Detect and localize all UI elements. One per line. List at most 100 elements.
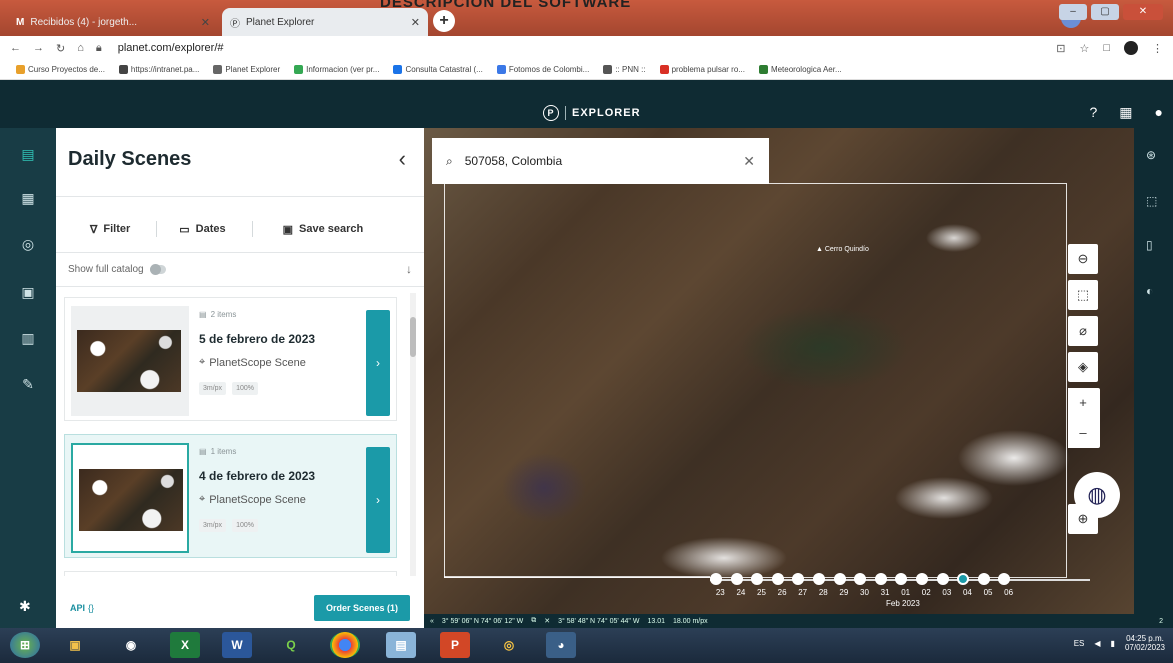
timeline-day-dot[interactable] xyxy=(977,573,990,585)
bookmark-item[interactable]: Planet Explorer xyxy=(213,65,280,75)
timeline-day-dot[interactable] xyxy=(998,573,1011,585)
timeline-day-dot[interactable] xyxy=(895,573,908,585)
globe-icon[interactable]: ◍ xyxy=(1074,472,1120,518)
back-icon[interactable]: ← xyxy=(10,42,21,54)
chrome-icon[interactable] xyxy=(330,632,360,658)
bookmark-item[interactable]: Consulta Catastral (... xyxy=(393,65,483,75)
compare-icon[interactable]: ⊛ xyxy=(1146,148,1156,162)
zoom-in-button[interactable]: + xyxy=(1068,388,1098,418)
help-icon[interactable]: ? xyxy=(1090,104,1098,121)
basemap-icon[interactable]: ◎ xyxy=(18,236,38,256)
draw-aoi-icon[interactable]: ⬚ xyxy=(1068,280,1098,310)
wifi-icon[interactable]: ▮ xyxy=(1111,639,1115,648)
orders-icon[interactable]: ▥ xyxy=(18,330,38,350)
timeline-day-dot[interactable] xyxy=(936,573,949,585)
volume-icon[interactable]: ◀ xyxy=(1094,639,1100,648)
scene-card[interactable]: ▤ 1 items 4 de febrero de 2023 ⌖ PlanetSco… xyxy=(64,434,397,558)
start-button[interactable]: ⊞ xyxy=(10,632,40,658)
mosaics-icon[interactable]: ▦ xyxy=(18,190,38,210)
language-indicator[interactable]: ES xyxy=(1074,639,1085,648)
measure-icon[interactable]: ⌀ xyxy=(1068,316,1098,346)
tab-gmail[interactable]: M Recibidos (4) - jorgeth... ✕ xyxy=(8,8,218,36)
bookmark-item[interactable]: Fotomos de Colombi... xyxy=(496,65,589,75)
scene-thumbnail[interactable] xyxy=(71,306,189,416)
bookmark-item[interactable]: Informacion (ver pr... xyxy=(294,65,379,75)
layers-icon[interactable]: ◈ xyxy=(1068,352,1098,382)
timeline-day-dot[interactable] xyxy=(751,573,764,585)
bookmark-item[interactable]: problema pulsar ro... xyxy=(659,65,745,75)
close-window-button[interactable]: ✕ xyxy=(1123,4,1163,20)
timeline-day-dot[interactable] xyxy=(710,573,722,585)
timeline-day-dot[interactable] xyxy=(854,573,867,585)
open-scene-button[interactable]: › xyxy=(366,310,390,416)
reload-icon[interactable]: ↻ xyxy=(56,42,65,55)
dates-button[interactable]: ▭ Dates xyxy=(179,223,225,236)
bookmark-item[interactable]: Curso Proyectos de... xyxy=(16,65,105,75)
calendar-icon[interactable]: ▣ xyxy=(18,284,38,304)
timeline-day-dot[interactable] xyxy=(730,573,743,585)
collapse-icon[interactable]: « xyxy=(430,618,434,625)
new-tab-button[interactable]: + xyxy=(433,10,455,32)
timeline-day-dot[interactable] xyxy=(833,573,846,585)
close-tab-icon[interactable]: ✕ xyxy=(201,16,210,29)
clock[interactable]: 04:25 p.m. 07/02/2023 xyxy=(1125,634,1165,652)
clear-search-icon[interactable]: ✕ xyxy=(743,153,755,170)
copy-icon[interactable]: ⧉ xyxy=(531,617,536,625)
map-search[interactable]: ⌕ 507058, Colombia ✕ xyxy=(432,138,769,184)
forward-icon[interactable]: → xyxy=(33,42,44,54)
order-scenes-button[interactable]: Order Scenes (1) xyxy=(313,595,410,621)
minimize-button[interactable]: – xyxy=(1059,4,1087,20)
area-of-interest[interactable] xyxy=(444,183,1067,578)
contrast-icon[interactable]: ◐ xyxy=(1146,284,1153,298)
powerpoint-icon[interactable]: P xyxy=(440,632,470,658)
settings-gear-icon[interactable]: ✱ xyxy=(19,598,31,615)
scene-card[interactable]: ▤ 2 items 5 de febrero de 2023 ⌖ PlanetSco… xyxy=(64,297,397,421)
notes-icon[interactable]: ▯ xyxy=(1146,238,1153,252)
timeline-day-dot[interactable] xyxy=(771,573,784,585)
collapse-panel-button[interactable]: ‹ xyxy=(399,146,406,172)
word-icon[interactable]: W xyxy=(222,632,252,658)
layers-search-icon[interactable]: ▤ xyxy=(18,146,38,166)
scene-thumbnail[interactable] xyxy=(71,443,189,553)
filter-button[interactable]: ∇ Filter xyxy=(90,223,130,236)
search-input[interactable]: 507058, Colombia xyxy=(465,154,562,168)
timeline-day-dot[interactable] xyxy=(792,573,805,585)
bookmark-item[interactable]: :: PNN :: xyxy=(603,65,646,75)
chrome-window-icon[interactable]: ◕ xyxy=(546,632,576,658)
zoom-out-button[interactable]: – xyxy=(1068,418,1098,448)
bookmark-item[interactable]: https://intranet.pa... xyxy=(118,65,199,75)
scene-card[interactable]: ▤4 items ⌖ › xyxy=(64,571,397,576)
link-icon[interactable]: ⊖ xyxy=(1068,244,1098,274)
qgis-icon[interactable]: Q xyxy=(276,632,306,658)
scrollbar[interactable] xyxy=(410,293,416,576)
media-icon[interactable]: ◎ xyxy=(494,632,524,658)
apps-grid-icon[interactable]: ▦ xyxy=(1119,104,1132,121)
scrollbar-thumb[interactable] xyxy=(410,317,416,357)
app-icon[interactable]: ▤ xyxy=(386,632,416,658)
home-icon[interactable]: ⌂ xyxy=(77,42,84,54)
user-icon[interactable]: ● xyxy=(1155,104,1163,121)
timeline-day-dot[interactable] xyxy=(957,573,970,585)
excel-icon[interactable]: X xyxy=(170,632,200,658)
map-view[interactable]: ⌕ 507058, Colombia ✕ ▲ Cerro Quindío ⊖ ⬚… xyxy=(424,128,1134,628)
url-field[interactable]: planet.com/explorer/# xyxy=(118,42,224,54)
full-catalog-toggle[interactable] xyxy=(149,263,166,275)
export-icon[interactable]: ⬚ xyxy=(1146,194,1157,208)
analytics-icon[interactable]: ✎ xyxy=(18,376,38,396)
close-tab-icon[interactable]: ✕ xyxy=(411,16,420,29)
install-icon[interactable]: ⊡ xyxy=(1056,42,1065,55)
maximize-button[interactable]: ▢ xyxy=(1091,4,1119,20)
window-icon[interactable]: □ xyxy=(1103,42,1110,54)
open-scene-button[interactable]: › xyxy=(366,447,390,553)
network-icon[interactable]: ◉ xyxy=(116,632,146,658)
sort-down-icon[interactable]: ↓ xyxy=(406,262,412,276)
avatar[interactable] xyxy=(1124,41,1138,55)
timeline-day-dot[interactable] xyxy=(874,573,887,585)
save-search-button[interactable]: ▣ Save search xyxy=(283,223,364,236)
bookmark-item[interactable]: Meteorologica Aer... xyxy=(758,65,842,75)
clear-icon[interactable]: ✕ xyxy=(544,617,550,625)
timeline-day-dot[interactable] xyxy=(812,573,825,585)
explorer-icon[interactable]: ▣ xyxy=(60,632,90,658)
timeline-day-dot[interactable] xyxy=(915,573,928,585)
star-icon[interactable]: ☆ xyxy=(1079,42,1089,55)
